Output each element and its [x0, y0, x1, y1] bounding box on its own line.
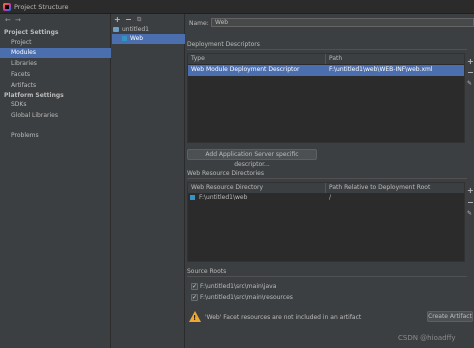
- warning-exclamation: !: [193, 314, 197, 322]
- nav-item-artifacts[interactable]: Artifacts: [0, 81, 111, 91]
- section-divider: [187, 178, 467, 179]
- descriptor-path-cell: F:\untitled1\web\WEB-INF\web.xml: [329, 66, 433, 73]
- web-facet-icon: [122, 36, 127, 41]
- nav-item-project[interactable]: Project: [0, 38, 111, 48]
- nav-item-libraries[interactable]: Libraries: [0, 59, 111, 69]
- create-artifact-button[interactable]: Create Artifact: [427, 311, 473, 322]
- edit-web-resource-icon[interactable]: ✎: [467, 210, 472, 217]
- add-web-resource-icon[interactable]: +: [467, 186, 474, 195]
- source-root-label: F:\untitled1\src\main\resources: [200, 294, 293, 301]
- tree-node-label: untitled1: [122, 26, 149, 33]
- add-descriptor-icon[interactable]: +: [467, 57, 474, 66]
- remove-module-icon[interactable]: −: [125, 15, 132, 24]
- nav-item-sdks[interactable]: SDKs: [0, 100, 111, 110]
- remove-web-resource-icon[interactable]: −: [467, 198, 474, 207]
- name-label: Name:: [189, 20, 209, 27]
- watermark-text: CSDN @hioadffy: [398, 334, 456, 342]
- warning-text: 'Web' Facet resources are not included i…: [205, 314, 362, 321]
- copy-module-icon[interactable]: ⧉: [137, 16, 141, 24]
- section-divider: [187, 276, 467, 277]
- section-divider: [187, 49, 467, 50]
- web-resource-directories-title: Web Resource Directories: [187, 170, 264, 177]
- forward-arrow-icon[interactable]: →: [15, 16, 21, 24]
- source-root-checkbox[interactable]: ✓: [191, 283, 198, 290]
- nav-header-project-settings: Project Settings: [4, 29, 59, 36]
- remove-descriptor-icon[interactable]: −: [467, 68, 474, 77]
- nav-item-problems[interactable]: Problems: [0, 131, 111, 141]
- window-title: Project Structure: [14, 3, 69, 11]
- column-header-path[interactable]: Path: [326, 54, 464, 64]
- relative-path-cell: /: [329, 194, 332, 201]
- descriptor-type-cell: Web Module Deployment Descriptor: [191, 66, 300, 73]
- column-header-type[interactable]: Type: [188, 54, 326, 64]
- edit-descriptor-icon[interactable]: ✎: [467, 80, 472, 87]
- add-server-descriptor-button[interactable]: Add Application Server specific descript…: [187, 149, 317, 168]
- column-header-web-resource-directory[interactable]: Web Resource Directory: [188, 183, 326, 193]
- tree-node-web[interactable]: Web: [112, 34, 185, 44]
- module-folder-icon: [113, 27, 119, 32]
- name-field[interactable]: Web: [211, 18, 474, 27]
- nav-item-modules[interactable]: Modules: [0, 48, 111, 58]
- module-tree-pane: [111, 14, 185, 348]
- nav-item-global-libraries[interactable]: Global Libraries: [0, 111, 111, 121]
- nav-item-facets[interactable]: Facets: [0, 70, 111, 80]
- source-root-checkbox[interactable]: ✓: [191, 294, 198, 301]
- source-root-label: F:\untitled1\src\main\java: [200, 283, 277, 290]
- add-module-icon[interactable]: +: [114, 15, 121, 24]
- intellij-logo-icon: [3, 3, 11, 11]
- deployment-descriptors-title: Deployment Descriptors: [187, 41, 260, 48]
- title-bar: [0, 0, 474, 14]
- column-header-relative-path[interactable]: Path Relative to Deployment Root: [326, 183, 464, 193]
- back-arrow-icon[interactable]: ←: [5, 16, 11, 24]
- web-resource-dir-cell: F:\untitled1\web: [199, 194, 248, 201]
- nav-header-platform-settings: Platform Settings: [4, 92, 64, 99]
- source-roots-title: Source Roots: [187, 268, 227, 275]
- tree-node-label: Web: [130, 35, 144, 42]
- web-folder-icon: [190, 195, 195, 200]
